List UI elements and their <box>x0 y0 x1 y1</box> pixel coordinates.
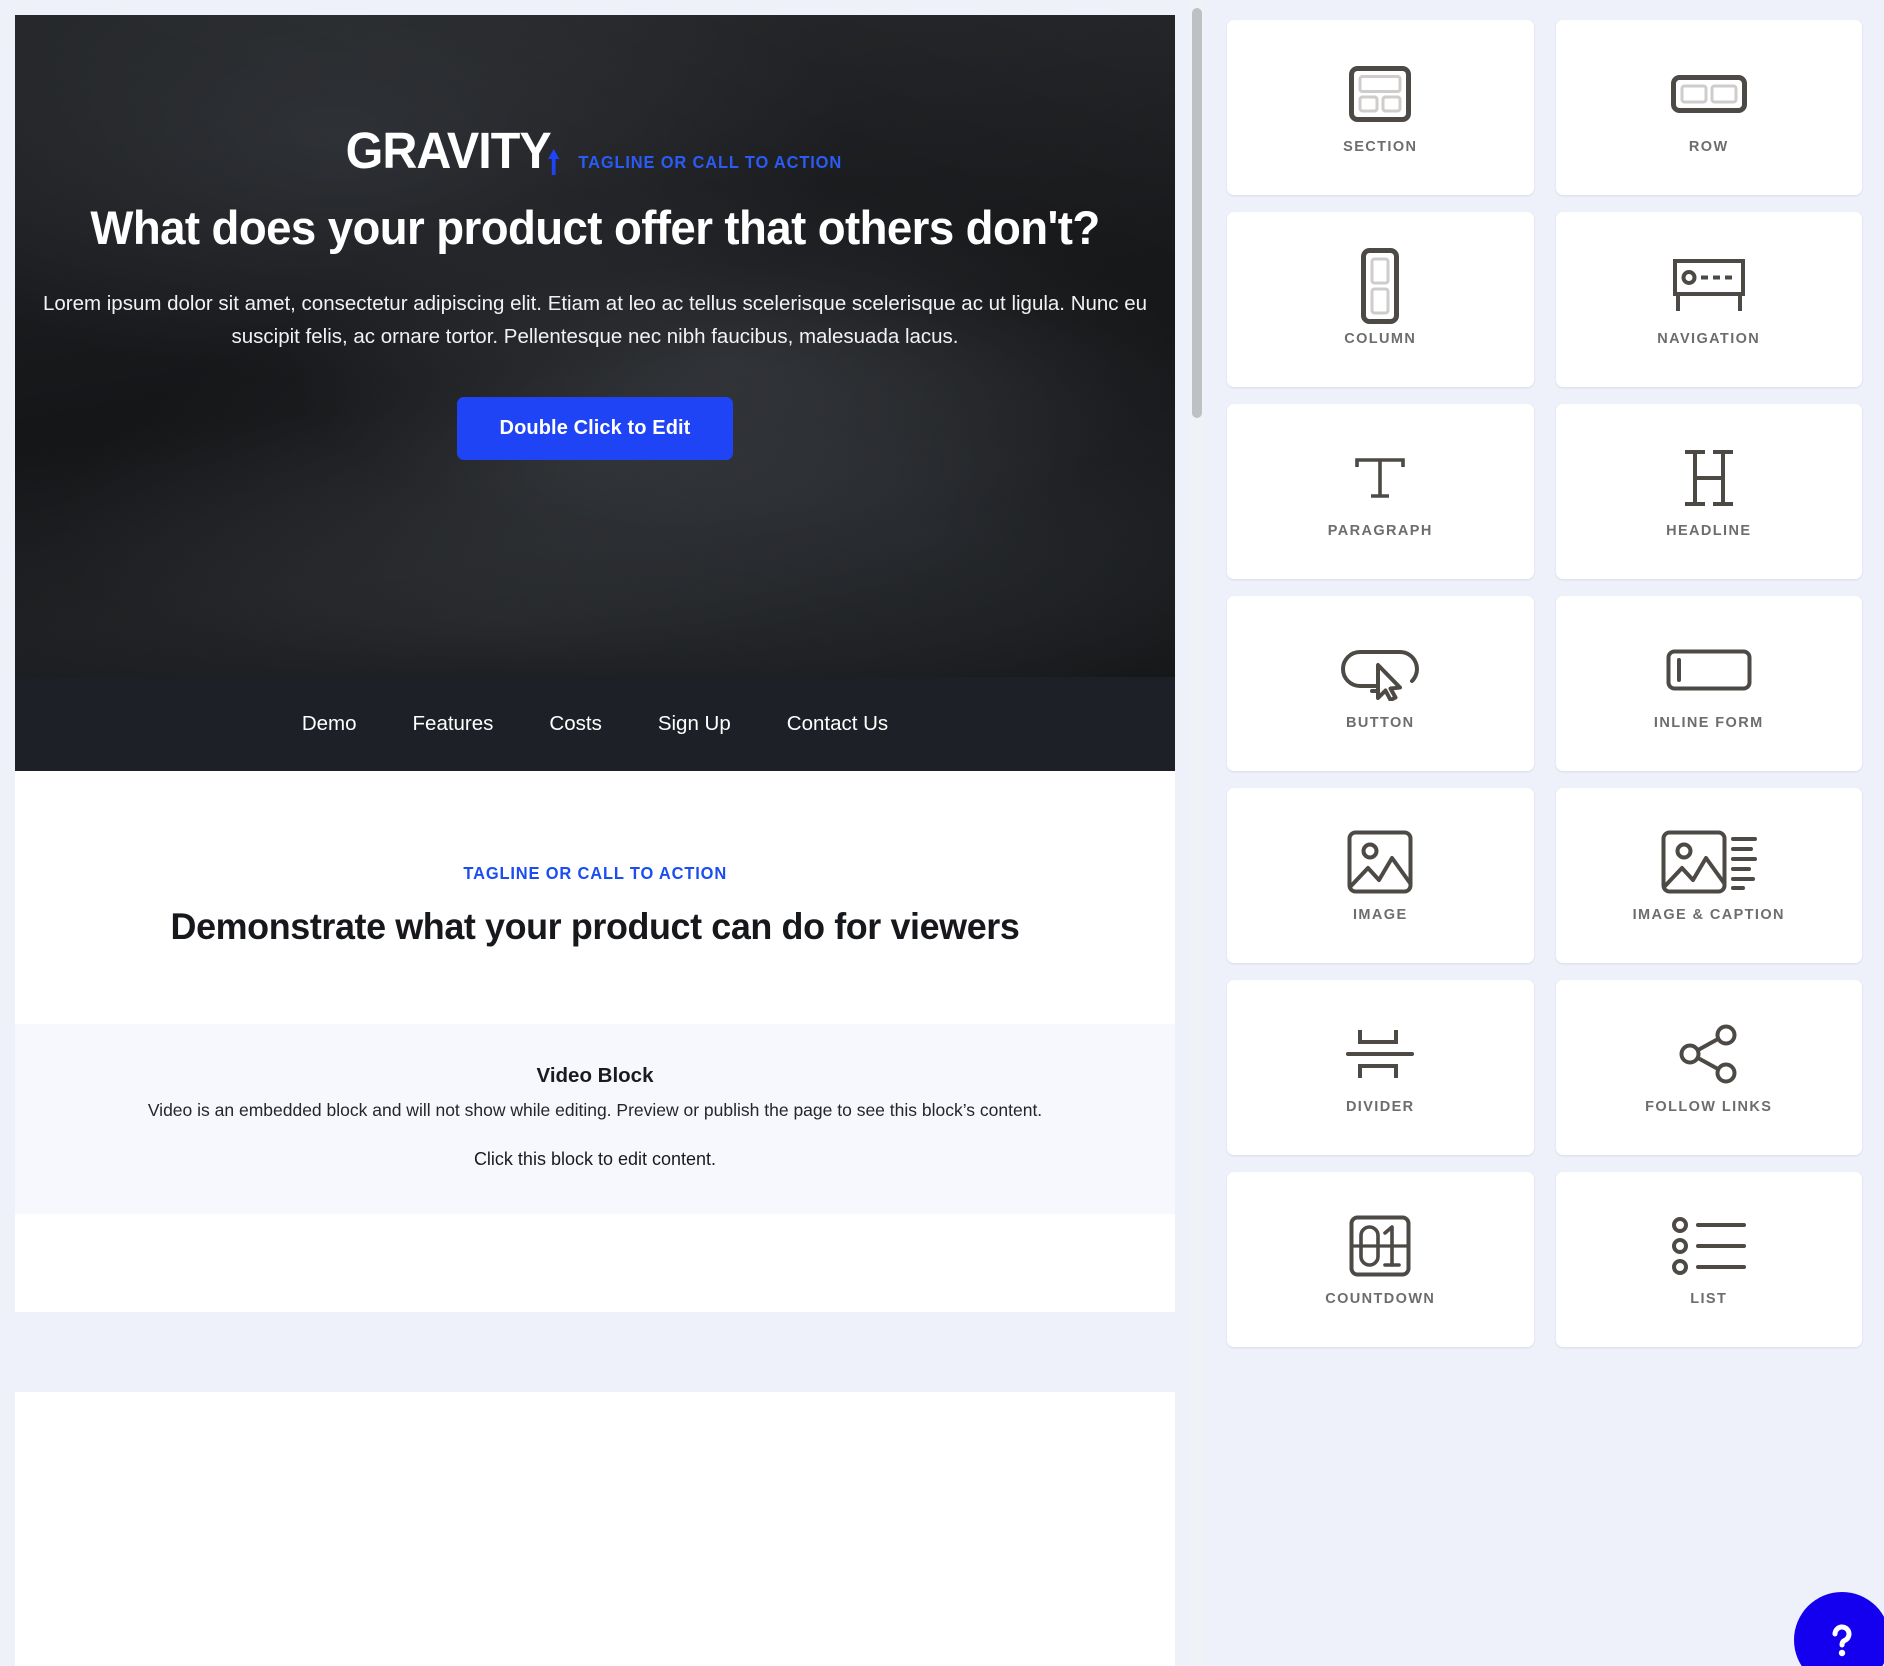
hero-paragraph[interactable]: Lorem ipsum dolor sit amet, consectetur … <box>31 287 1159 353</box>
share-icon <box>1678 1017 1740 1091</box>
block-label: SECTION <box>1343 138 1418 155</box>
block-label: INLINE FORM <box>1653 714 1764 731</box>
block-card-inline-form[interactable]: INLINE FORM <box>1555 596 1862 771</box>
hero-cta-button[interactable]: Double Click to Edit <box>456 397 734 461</box>
block-card-column[interactable]: COLUMN <box>1227 212 1534 387</box>
block-card-button[interactable]: BUTTON <box>1227 596 1534 771</box>
column-icon <box>1361 247 1400 324</box>
block-label: PARAGRAPH <box>1327 522 1433 539</box>
video-block-description: Video is an embedded block and will not … <box>147 1100 1043 1120</box>
row-icon <box>1670 57 1747 131</box>
block-label: NAVIGATION <box>1657 330 1761 347</box>
help-icon <box>1822 1620 1862 1660</box>
hero-headline[interactable]: What does your product offer that others… <box>48 201 1142 255</box>
navigation-icon <box>1672 249 1746 323</box>
section-icon <box>1349 57 1412 131</box>
block-card-countdown[interactable]: COUNTDOWN <box>1227 1172 1534 1347</box>
section-tagline[interactable]: TAGLINE OR CALL TO ACTION <box>463 863 727 884</box>
countdown-icon <box>1349 1209 1411 1283</box>
block-label: BUTTON <box>1345 714 1415 731</box>
button-cursor-icon <box>1334 633 1426 707</box>
nav-link-contact-us[interactable]: Contact Us <box>759 712 916 736</box>
website-builder-editor: GRAVITY TAGLINE OR CALL TO ACTION What d… <box>0 0 1884 1666</box>
block-label: DIVIDER <box>1345 1098 1415 1115</box>
block-card-paragraph[interactable]: PARAGRAPH <box>1227 404 1534 579</box>
block-label: IMAGE <box>1352 906 1408 923</box>
block-label: COUNTDOWN <box>1325 1290 1436 1307</box>
list-icon <box>1670 1209 1748 1283</box>
hero-section[interactable]: GRAVITY TAGLINE OR CALL TO ACTION What d… <box>15 15 1175 677</box>
hero-tagline[interactable]: TAGLINE OR CALL TO ACTION <box>578 152 842 173</box>
image-caption-icon <box>1661 825 1757 899</box>
video-block-title: Video Block <box>536 1064 654 1087</box>
block-card-navigation[interactable]: NAVIGATION <box>1555 212 1862 387</box>
canvas-area: GRAVITY TAGLINE OR CALL TO ACTION What d… <box>0 0 1205 1666</box>
content-section[interactable]: TAGLINE OR CALL TO ACTION Demonstrate wh… <box>15 771 1175 1024</box>
page-preview-canvas[interactable]: GRAVITY TAGLINE OR CALL TO ACTION What d… <box>15 15 1175 1666</box>
image-icon <box>1347 825 1413 899</box>
nav-link-demo[interactable]: Demo <box>274 712 385 736</box>
canvas-scrollbar-thumb[interactable] <box>1192 8 1202 418</box>
block-card-list[interactable]: LIST <box>1555 1172 1862 1347</box>
site-logo-text: GRAVITY <box>345 122 551 179</box>
block-card-image-caption[interactable]: IMAGE & CAPTION <box>1555 788 1862 963</box>
inline-form-icon <box>1666 633 1752 707</box>
site-logo[interactable]: GRAVITY <box>345 125 560 176</box>
block-card-divider[interactable]: DIVIDER <box>1227 980 1534 1155</box>
headline-icon <box>1679 441 1739 515</box>
blocks-panel: SECTION ROW COLUMN NAVIGATION PARAGRAPH … <box>1205 0 1884 1666</box>
canvas-scrollbar-track[interactable] <box>1190 0 1204 1666</box>
arrow-up-icon <box>547 148 560 176</box>
block-card-section[interactable]: SECTION <box>1227 20 1534 195</box>
empty-section[interactable] <box>15 1214 1175 1312</box>
help-fab-button[interactable] <box>1794 1592 1884 1666</box>
paragraph-icon <box>1353 441 1407 515</box>
nav-link-features[interactable]: Features <box>385 712 522 736</box>
block-card-follow-links[interactable]: FOLLOW LINKS <box>1555 980 1862 1155</box>
section-headline[interactable]: Demonstrate what your product can do for… <box>52 906 1138 948</box>
nav-link-costs[interactable]: Costs <box>521 712 629 736</box>
block-label: FOLLOW LINKS <box>1645 1098 1773 1115</box>
site-navigation[interactable]: Demo Features Costs Sign Up Contact Us <box>15 677 1175 771</box>
block-label: HEADLINE <box>1666 522 1752 539</box>
divider-icon <box>1344 1017 1416 1091</box>
block-label: LIST <box>1690 1290 1728 1307</box>
block-card-headline[interactable]: HEADLINE <box>1555 404 1862 579</box>
page-bottom-spacer <box>15 1312 1175 1392</box>
blocks-grid: SECTION ROW COLUMN NAVIGATION PARAGRAPH … <box>1227 20 1862 1347</box>
block-label: ROW <box>1688 138 1729 155</box>
nav-link-sign-up[interactable]: Sign Up <box>630 712 759 736</box>
video-block[interactable]: Video Block Video is an embedded block a… <box>15 1024 1175 1214</box>
block-card-image[interactable]: IMAGE <box>1227 788 1534 963</box>
video-block-click-hint: Click this block to edit content. <box>473 1149 717 1169</box>
block-label: COLUMN <box>1344 330 1417 347</box>
block-card-row[interactable]: ROW <box>1555 20 1862 195</box>
block-label: IMAGE & CAPTION <box>1632 906 1785 923</box>
